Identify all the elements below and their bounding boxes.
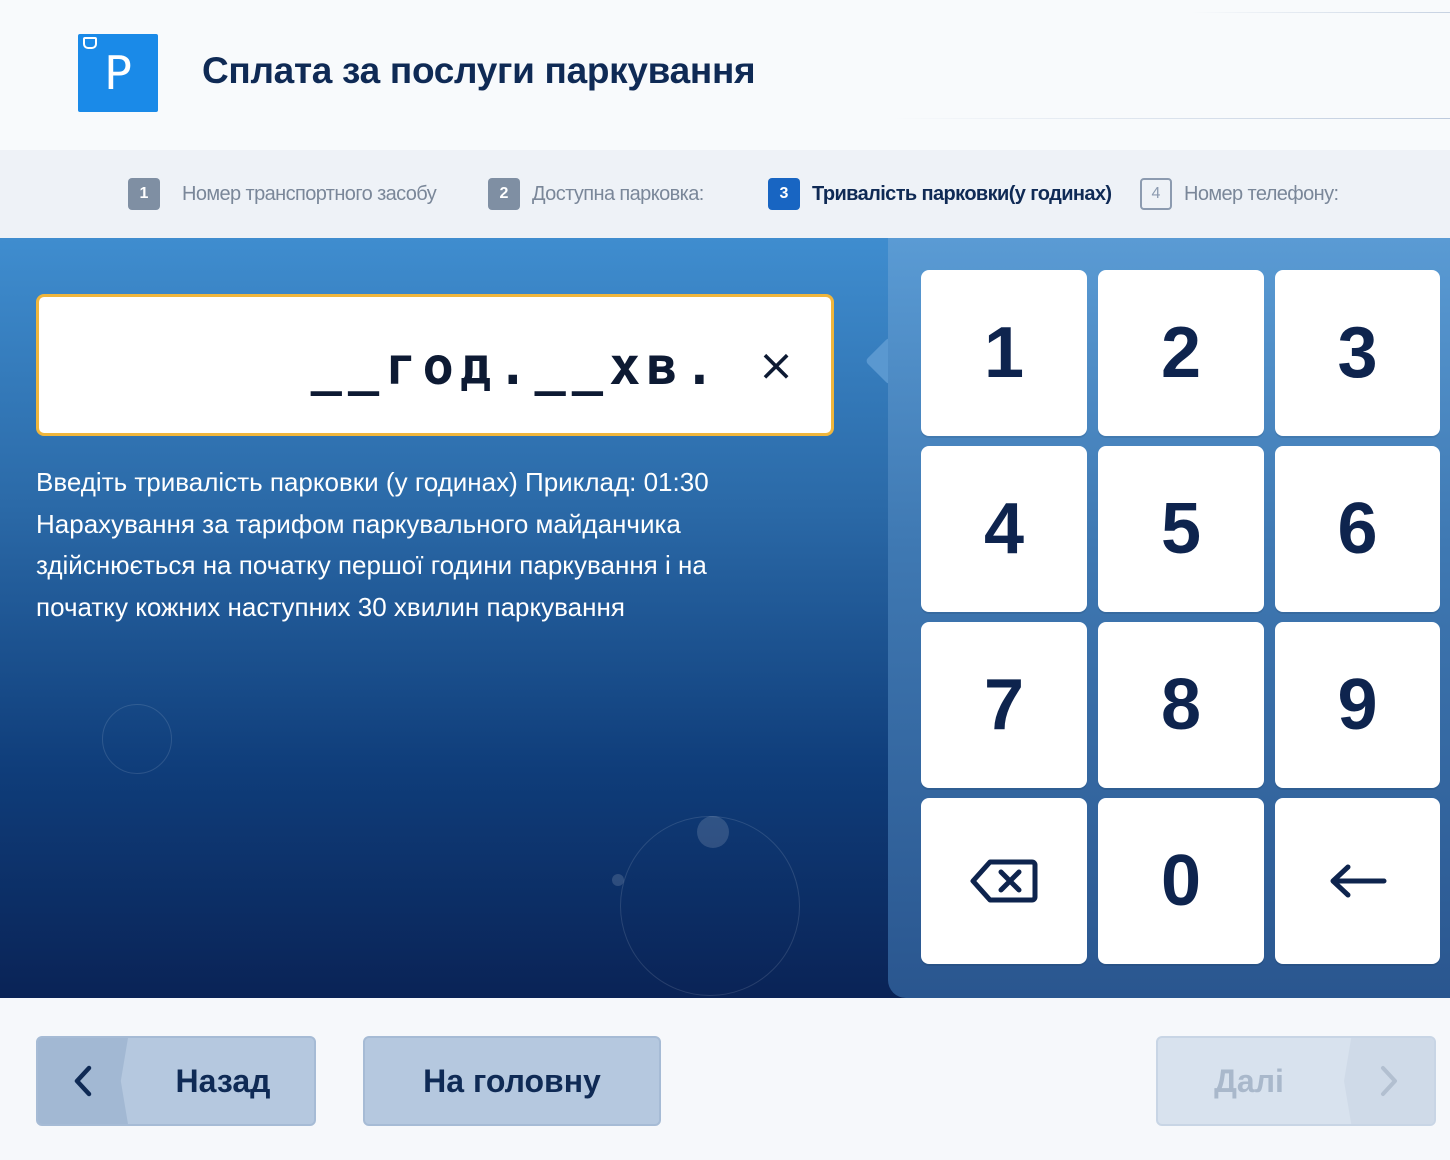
chevron-left-icon xyxy=(74,1065,92,1097)
key-5[interactable]: 5 xyxy=(1098,446,1264,612)
logo-letter: P xyxy=(104,46,132,100)
instruction-line: Введіть тривалість парковки (у годинах) … xyxy=(36,467,709,497)
home-button-label: На головну xyxy=(423,1062,601,1099)
step-label: Доступна парковка: xyxy=(532,182,704,205)
page-title: Сплата за послуги паркування xyxy=(202,50,756,91)
instruction-line: Нарахування за тарифом паркувального май… xyxy=(36,508,681,539)
chevron-right-icon xyxy=(1381,1066,1397,1096)
back-button[interactable]: Назад xyxy=(36,1036,316,1126)
arrow-left-icon xyxy=(1330,864,1386,898)
duration-value: __год.__хв. xyxy=(310,337,721,397)
home-button[interactable]: На головну xyxy=(363,1036,661,1126)
step-3: 3 Тривалість парковки(у годинах) xyxy=(768,178,1112,210)
key-4[interactable]: 4 xyxy=(921,446,1087,612)
duration-input[interactable]: __год.__хв. × xyxy=(36,294,834,436)
main-panel: __год.__хв. × Введіть тривалість парковк… xyxy=(0,238,1450,998)
keypad: 1 2 3 4 5 6 7 8 9 0 xyxy=(888,238,1450,998)
step-1: 1 Номер транспортного засобу xyxy=(128,178,437,210)
key-0[interactable]: 0 xyxy=(1098,798,1264,964)
step-label: Номер транспортного засобу xyxy=(182,182,437,205)
key-8[interactable]: 8 xyxy=(1098,622,1264,788)
backspace-icon xyxy=(970,859,1038,903)
key-6[interactable]: 6 xyxy=(1275,446,1440,612)
next-button-label: Далі xyxy=(1214,1062,1284,1099)
key-7[interactable]: 7 xyxy=(921,622,1087,788)
backspace-key[interactable] xyxy=(921,798,1087,964)
decor-circle xyxy=(102,704,172,774)
logo-badge-icon xyxy=(83,37,97,49)
key-2[interactable]: 2 xyxy=(1098,270,1264,436)
step-label: Тривалість парковки(у годинах) xyxy=(812,182,1112,205)
key-9[interactable]: 9 xyxy=(1275,622,1440,788)
header: P Сплата за послуги паркування xyxy=(0,0,1450,150)
step-number: 3 xyxy=(768,178,800,210)
decor-dot xyxy=(612,874,624,886)
step-number: 1 xyxy=(128,178,160,210)
header-decor-line xyxy=(890,118,1450,119)
back-button-label: Назад xyxy=(175,1062,271,1099)
back-chevron-zone xyxy=(38,1038,128,1124)
step-number: 4 xyxy=(1140,178,1172,210)
decor-dot xyxy=(697,816,729,848)
next-button[interactable]: Далі xyxy=(1156,1036,1436,1126)
next-chevron-zone xyxy=(1344,1038,1434,1124)
stepper: 1 Номер транспортного засобу 2 Доступна … xyxy=(0,150,1450,238)
step-label: Номер телефону: xyxy=(1184,182,1339,205)
instruction-text: Введіть тривалість парковки (у годинах) … xyxy=(36,462,836,628)
enter-key[interactable] xyxy=(1275,798,1440,964)
instruction-line: здійснюється на початку першої години па… xyxy=(36,550,707,580)
footer: Назад На головну Далі xyxy=(0,998,1450,1160)
key-3[interactable]: 3 xyxy=(1275,270,1440,436)
step-number: 2 xyxy=(488,178,520,210)
parking-logo: P xyxy=(78,34,158,112)
header-decor-line xyxy=(1190,12,1450,13)
step-2: 2 Доступна парковка: xyxy=(488,178,704,210)
instruction-line: початку кожних наступних 30 хвилин парку… xyxy=(36,591,625,622)
key-1[interactable]: 1 xyxy=(921,270,1087,436)
step-4: 4 Номер телефону: xyxy=(1140,178,1339,210)
clear-input-button[interactable]: × xyxy=(751,341,801,391)
